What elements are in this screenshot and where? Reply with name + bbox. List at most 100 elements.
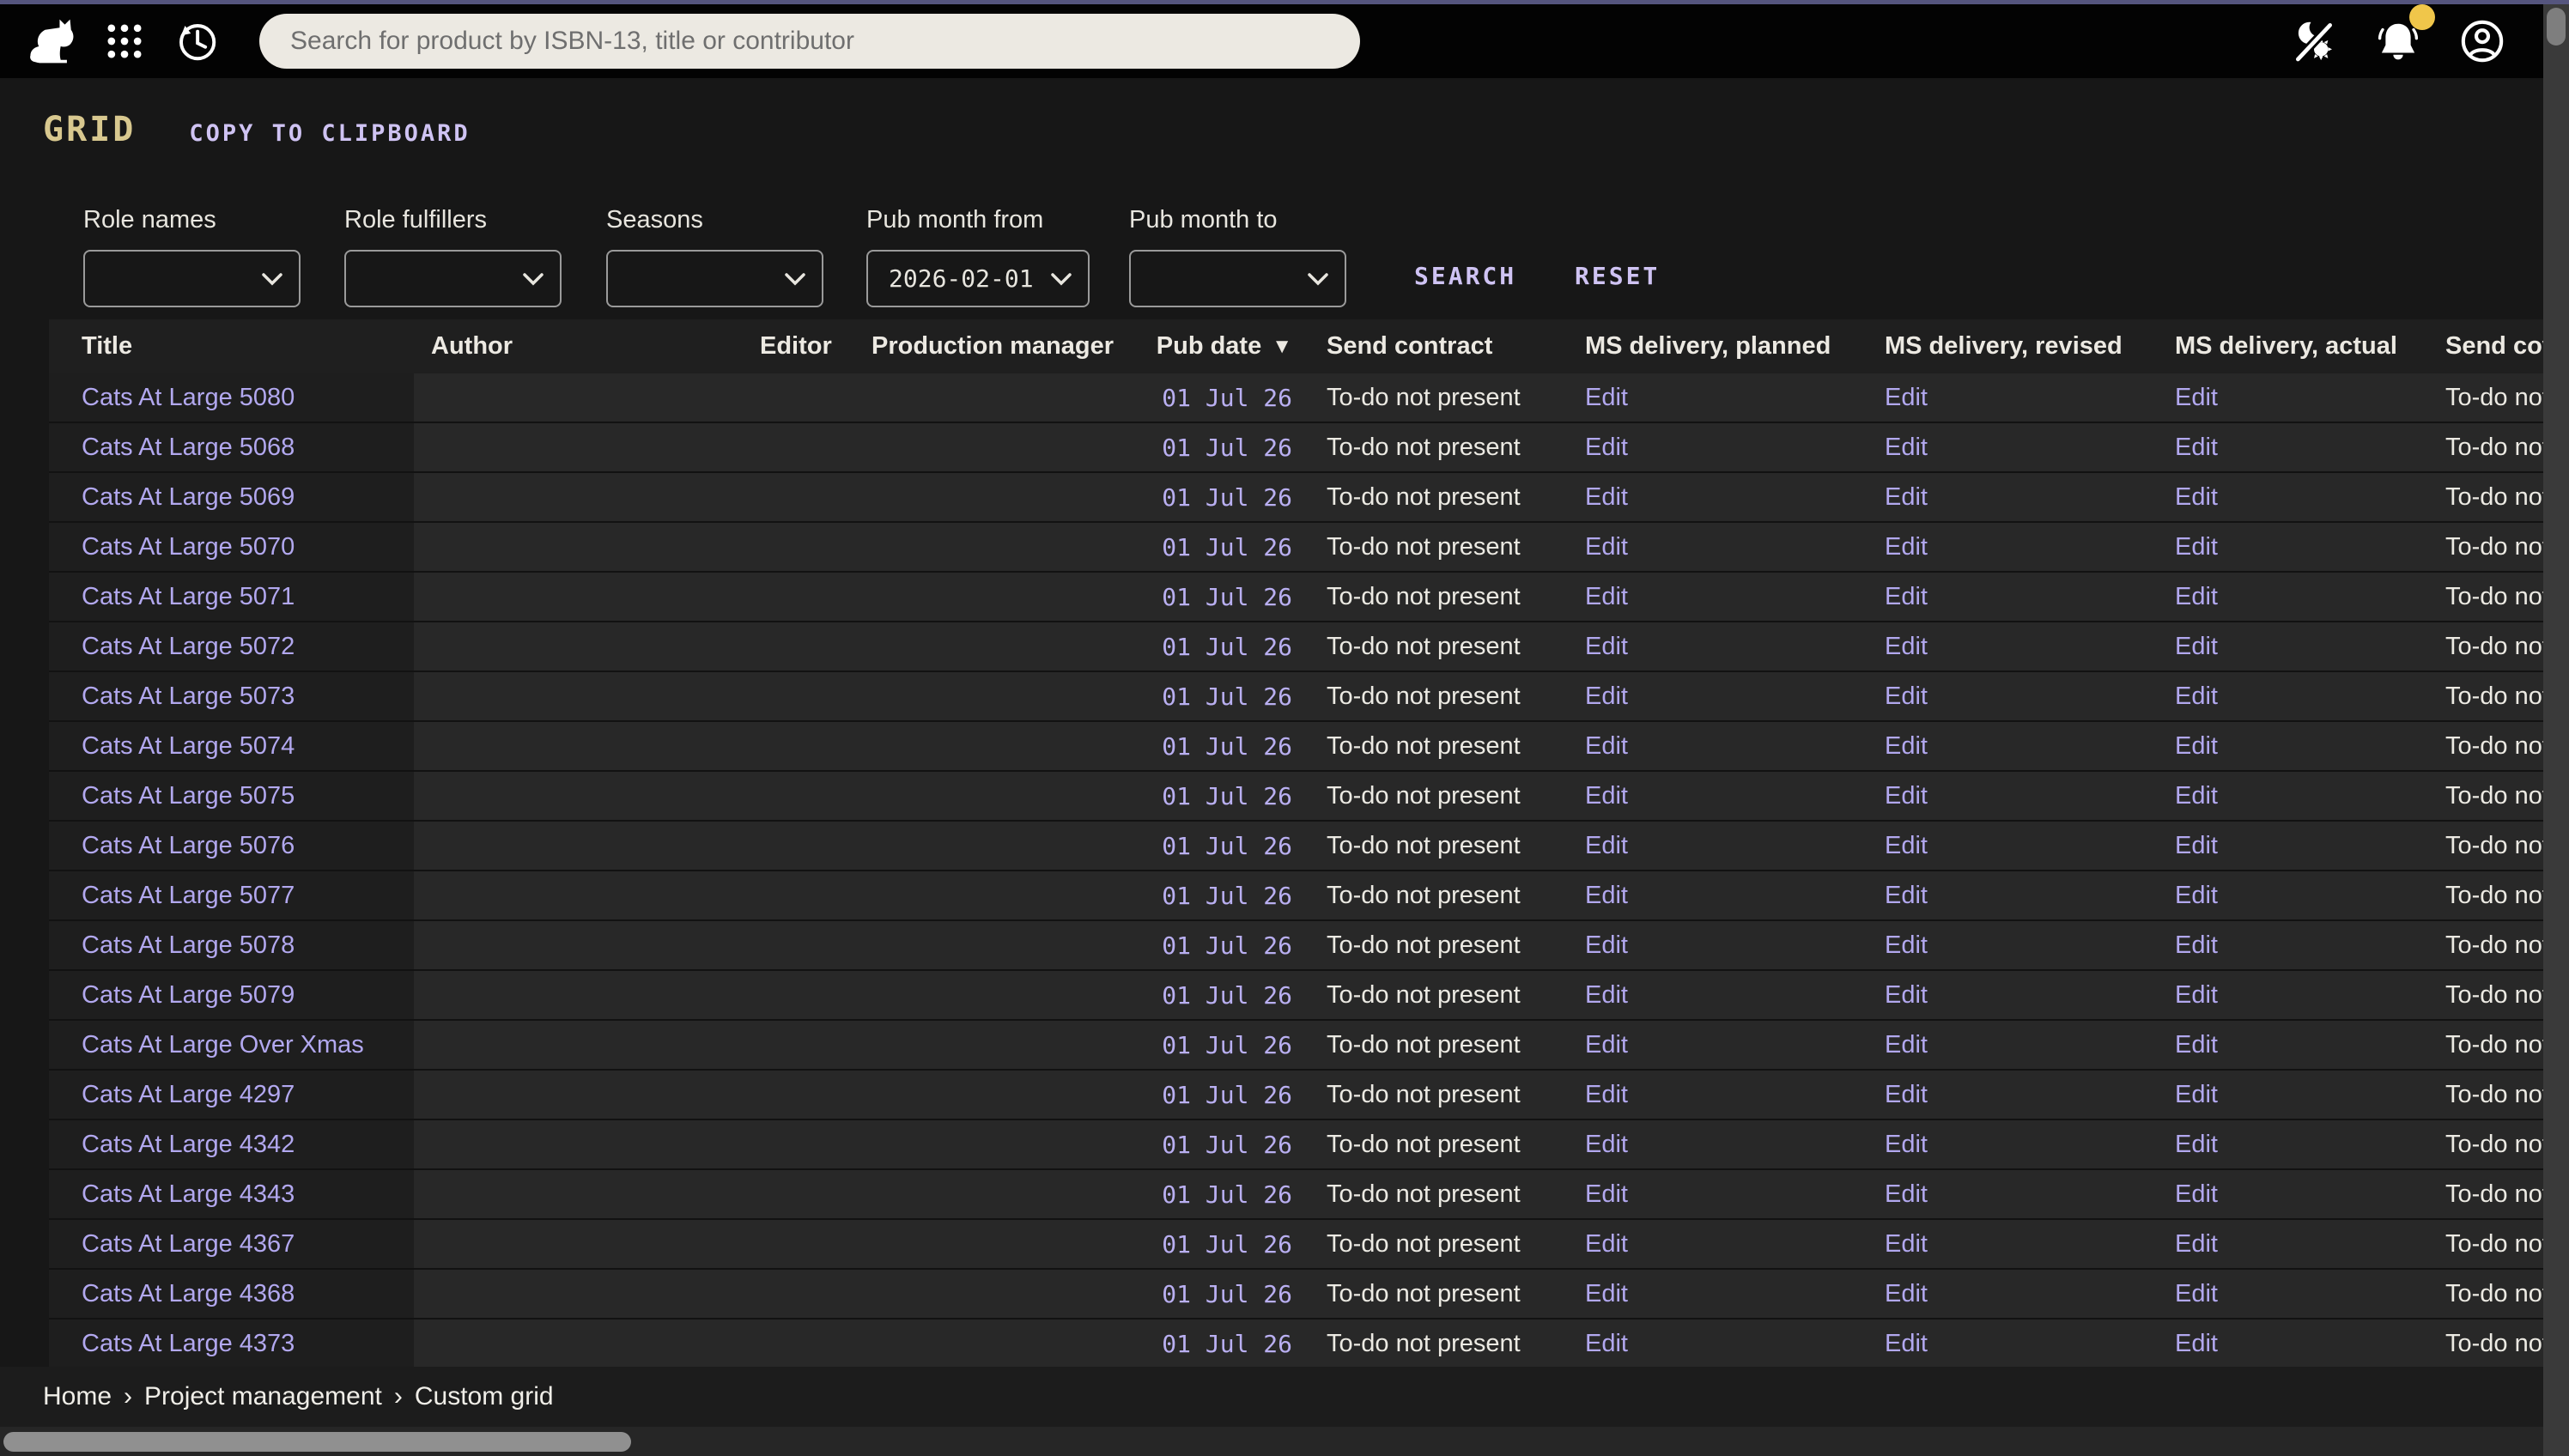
title-link[interactable]: Cats At Large 5078 bbox=[82, 931, 295, 960]
ms-delivery-revised-edit-link[interactable]: Edit bbox=[1885, 832, 1928, 860]
title-link[interactable]: Cats At Large 4368 bbox=[82, 1280, 295, 1308]
cat-logo-icon[interactable] bbox=[26, 15, 79, 68]
ms-delivery-revised-edit-link[interactable]: Edit bbox=[1885, 583, 1928, 611]
ms-delivery-revised-edit-link[interactable]: Edit bbox=[1885, 1031, 1928, 1059]
ms-delivery-actual-edit-link[interactable]: Edit bbox=[2175, 483, 2218, 512]
column-header-send-contract[interactable]: Send contract bbox=[1301, 319, 1568, 373]
ms-delivery-revised-edit-link[interactable]: Edit bbox=[1885, 682, 1928, 711]
ms-delivery-planned-edit-link[interactable]: Edit bbox=[1585, 782, 1628, 810]
ms-delivery-planned-edit-link[interactable]: Edit bbox=[1585, 384, 1628, 412]
vertical-scrollbar-thumb[interactable] bbox=[2547, 8, 2566, 46]
role-names-select[interactable] bbox=[83, 250, 301, 307]
title-link[interactable]: Cats At Large 5075 bbox=[82, 782, 295, 810]
ms-delivery-planned-edit-link[interactable]: Edit bbox=[1585, 682, 1628, 711]
title-link[interactable]: Cats At Large 4367 bbox=[82, 1230, 295, 1259]
ms-delivery-revised-edit-link[interactable]: Edit bbox=[1885, 434, 1928, 462]
ms-delivery-revised-edit-link[interactable]: Edit bbox=[1885, 1330, 1928, 1358]
column-header-editor[interactable]: Editor bbox=[743, 319, 854, 373]
title-link[interactable]: Cats At Large 4342 bbox=[82, 1131, 295, 1159]
ms-delivery-revised-edit-link[interactable]: Edit bbox=[1885, 384, 1928, 412]
title-link[interactable]: Cats At Large 5070 bbox=[82, 533, 295, 561]
ms-delivery-actual-edit-link[interactable]: Edit bbox=[2175, 1081, 2218, 1109]
title-link[interactable]: Cats At Large 5074 bbox=[82, 732, 295, 761]
ms-delivery-planned-edit-link[interactable]: Edit bbox=[1585, 882, 1628, 910]
ms-delivery-planned-edit-link[interactable]: Edit bbox=[1585, 1131, 1628, 1159]
ms-delivery-actual-edit-link[interactable]: Edit bbox=[2175, 732, 2218, 761]
ms-delivery-actual-edit-link[interactable]: Edit bbox=[2175, 882, 2218, 910]
ms-delivery-revised-edit-link[interactable]: Edit bbox=[1885, 882, 1928, 910]
ms-delivery-actual-edit-link[interactable]: Edit bbox=[2175, 931, 2218, 960]
column-header-pub-date[interactable]: Pub date▼ bbox=[1116, 319, 1301, 373]
ms-delivery-actual-edit-link[interactable]: Edit bbox=[2175, 1031, 2218, 1059]
ms-delivery-revised-edit-link[interactable]: Edit bbox=[1885, 1131, 1928, 1159]
title-link[interactable]: Cats At Large 5080 bbox=[82, 384, 295, 412]
ms-delivery-revised-edit-link[interactable]: Edit bbox=[1885, 1180, 1928, 1209]
ms-delivery-planned-edit-link[interactable]: Edit bbox=[1585, 434, 1628, 462]
ms-delivery-revised-edit-link[interactable]: Edit bbox=[1885, 483, 1928, 512]
column-header-send-cover[interactable]: Send cover bbox=[2428, 319, 2543, 373]
breadcrumb-item-home[interactable]: Home bbox=[43, 1382, 112, 1410]
column-header-ms-delivery-planned[interactable]: MS delivery, planned bbox=[1568, 319, 1868, 373]
title-link[interactable]: Cats At Large 5077 bbox=[82, 882, 295, 910]
ms-delivery-revised-edit-link[interactable]: Edit bbox=[1885, 732, 1928, 761]
pub-month-to-select[interactable] bbox=[1129, 250, 1346, 307]
ms-delivery-revised-edit-link[interactable]: Edit bbox=[1885, 533, 1928, 561]
title-link[interactable]: Cats At Large 4373 bbox=[82, 1330, 295, 1358]
ms-delivery-actual-edit-link[interactable]: Edit bbox=[2175, 1180, 2218, 1209]
ms-delivery-planned-edit-link[interactable]: Edit bbox=[1585, 981, 1628, 1010]
ms-delivery-actual-edit-link[interactable]: Edit bbox=[2175, 384, 2218, 412]
breadcrumb-item-project-management[interactable]: Project management bbox=[144, 1382, 382, 1410]
ms-delivery-planned-edit-link[interactable]: Edit bbox=[1585, 931, 1628, 960]
ms-delivery-planned-edit-link[interactable]: Edit bbox=[1585, 633, 1628, 661]
ms-delivery-actual-edit-link[interactable]: Edit bbox=[2175, 1230, 2218, 1259]
ms-delivery-revised-edit-link[interactable]: Edit bbox=[1885, 1230, 1928, 1259]
search-button[interactable]: SEARCH bbox=[1414, 262, 1516, 290]
ms-delivery-actual-edit-link[interactable]: Edit bbox=[2175, 682, 2218, 711]
ms-delivery-planned-edit-link[interactable]: Edit bbox=[1585, 1031, 1628, 1059]
reset-button[interactable]: RESET bbox=[1575, 262, 1660, 290]
ms-delivery-planned-edit-link[interactable]: Edit bbox=[1585, 732, 1628, 761]
ms-delivery-actual-edit-link[interactable]: Edit bbox=[2175, 434, 2218, 462]
title-link[interactable]: Cats At Large 4343 bbox=[82, 1180, 295, 1209]
column-header-production-manager[interactable]: Production manager bbox=[854, 319, 1116, 373]
title-link[interactable]: Cats At Large 5071 bbox=[82, 583, 295, 611]
history-icon[interactable] bbox=[170, 15, 223, 68]
ms-delivery-planned-edit-link[interactable]: Edit bbox=[1585, 1330, 1628, 1358]
ms-delivery-actual-edit-link[interactable]: Edit bbox=[2175, 981, 2218, 1010]
theme-toggle-icon[interactable] bbox=[2287, 15, 2341, 68]
ms-delivery-actual-edit-link[interactable]: Edit bbox=[2175, 782, 2218, 810]
ms-delivery-planned-edit-link[interactable]: Edit bbox=[1585, 533, 1628, 561]
copy-to-clipboard-button[interactable]: COPY TO CLIPBOARD bbox=[189, 120, 470, 147]
column-header-ms-delivery-revised[interactable]: MS delivery, revised bbox=[1868, 319, 2158, 373]
title-link[interactable]: Cats At Large Over Xmas bbox=[82, 1031, 364, 1059]
apps-grid-icon[interactable] bbox=[98, 15, 151, 68]
notifications-bell-icon[interactable] bbox=[2372, 15, 2425, 68]
ms-delivery-actual-edit-link[interactable]: Edit bbox=[2175, 1131, 2218, 1159]
ms-delivery-revised-edit-link[interactable]: Edit bbox=[1885, 633, 1928, 661]
ms-delivery-planned-edit-link[interactable]: Edit bbox=[1585, 483, 1628, 512]
column-header-author[interactable]: Author bbox=[414, 319, 743, 373]
title-link[interactable]: Cats At Large 5079 bbox=[82, 981, 295, 1010]
title-link[interactable]: Cats At Large 5076 bbox=[82, 832, 295, 860]
search-input[interactable] bbox=[290, 27, 1329, 56]
ms-delivery-revised-edit-link[interactable]: Edit bbox=[1885, 782, 1928, 810]
column-header-ms-delivery-actual[interactable]: MS delivery, actual bbox=[2158, 319, 2428, 373]
column-header-title[interactable]: Title bbox=[49, 319, 414, 373]
ms-delivery-planned-edit-link[interactable]: Edit bbox=[1585, 1180, 1628, 1209]
ms-delivery-actual-edit-link[interactable]: Edit bbox=[2175, 633, 2218, 661]
ms-delivery-actual-edit-link[interactable]: Edit bbox=[2175, 1280, 2218, 1308]
ms-delivery-planned-edit-link[interactable]: Edit bbox=[1585, 583, 1628, 611]
ms-delivery-revised-edit-link[interactable]: Edit bbox=[1885, 981, 1928, 1010]
ms-delivery-planned-edit-link[interactable]: Edit bbox=[1585, 1230, 1628, 1259]
ms-delivery-planned-edit-link[interactable]: Edit bbox=[1585, 1081, 1628, 1109]
ms-delivery-planned-edit-link[interactable]: Edit bbox=[1585, 1280, 1628, 1308]
ms-delivery-revised-edit-link[interactable]: Edit bbox=[1885, 1280, 1928, 1308]
search-bar[interactable] bbox=[259, 14, 1360, 69]
title-link[interactable]: Cats At Large 5073 bbox=[82, 682, 295, 711]
horizontal-scrollbar[interactable] bbox=[0, 1427, 2543, 1456]
title-link[interactable]: Cats At Large 5069 bbox=[82, 483, 295, 512]
ms-delivery-planned-edit-link[interactable]: Edit bbox=[1585, 832, 1628, 860]
account-icon[interactable] bbox=[2456, 15, 2509, 68]
ms-delivery-revised-edit-link[interactable]: Edit bbox=[1885, 1081, 1928, 1109]
ms-delivery-actual-edit-link[interactable]: Edit bbox=[2175, 1330, 2218, 1358]
